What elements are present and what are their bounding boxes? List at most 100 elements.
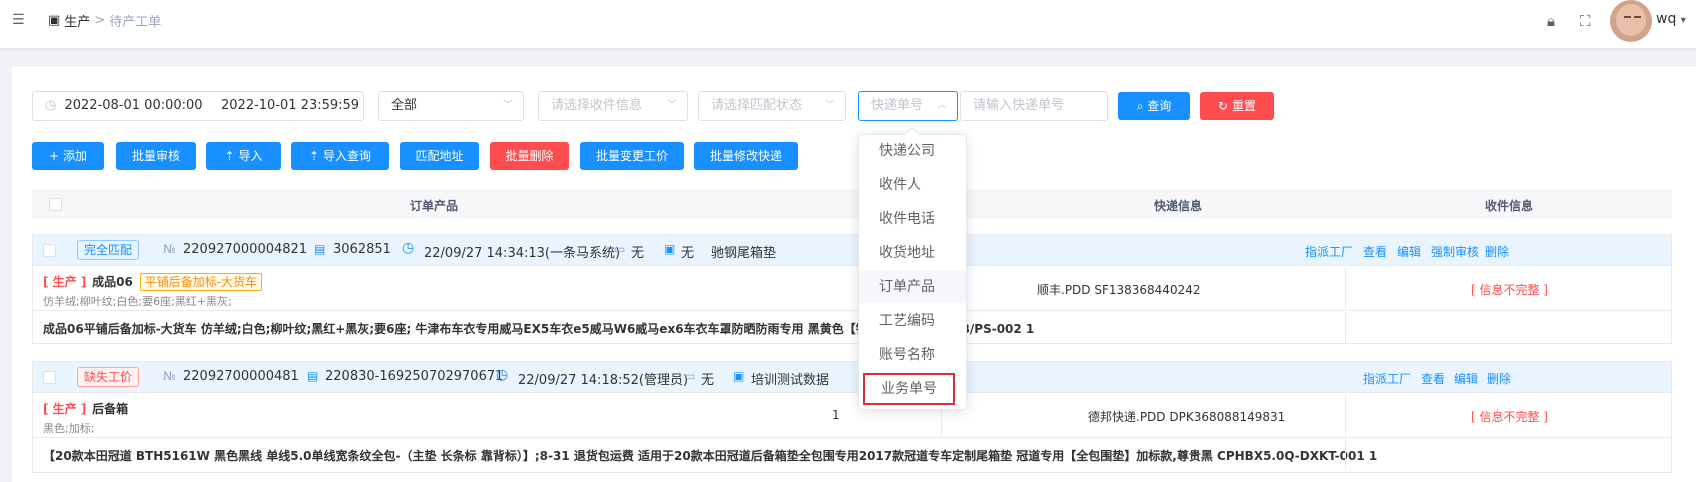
date-start[interactable]: 2022-08-01 00:00:00 [64, 98, 202, 113]
username: wq [1656, 11, 1677, 27]
account-icon: ▣ [664, 242, 676, 256]
order-row: [ 生产 ] 后备箱 黑色;加标; 1 德邦快递.PDD DPK36808814… [33, 394, 1671, 438]
express-number-input[interactable]: 请输入快递单号 [960, 91, 1108, 121]
receiver-info-placeholder: 请选择收件信息 [551, 98, 643, 113]
production-tag: [ 生产 ] [43, 275, 87, 289]
chevron-down-icon: ﹀ [825, 100, 835, 111]
delete-link[interactable]: 删除 [1487, 370, 1511, 387]
dropdown-option-address[interactable]: 收货地址 [859, 237, 966, 269]
dropdown-option-receiver[interactable]: 收件人 [859, 169, 966, 201]
status-select-value: 全部 [391, 98, 418, 113]
account-value: 培训测试数据 [751, 373, 830, 388]
breadcrumb-separator: > [94, 13, 106, 28]
dropdown-option-business-number[interactable]: 业务单号 [863, 373, 955, 405]
import-button[interactable]: ⇡ 导入 [206, 142, 281, 170]
edit-link[interactable]: 编辑 [1397, 243, 1421, 260]
product-tag: 平铺后备加标-大货车 [139, 273, 263, 291]
product-line: [ 生产 ] 后备箱 [43, 400, 128, 417]
batch-change-process-button[interactable]: 批量变更工价 [580, 142, 684, 170]
chevron-down-icon: ﹀ [503, 100, 513, 111]
upload-icon: ⇡ [309, 149, 320, 163]
search-type-placeholder: 快递单号 [871, 98, 924, 113]
batch-review-label: 批量审核 [131, 149, 180, 163]
order-group-header: 缺失工价 № 22092700000481 ▤ 220830-169250702… [33, 362, 1671, 393]
assign-factory-link[interactable]: 指派工厂 [1363, 370, 1411, 387]
doc-number: 3062851 [333, 242, 391, 257]
clock-icon: ◷ [496, 367, 509, 383]
product-spec: 黑色;加标; [43, 422, 95, 435]
import-query-label: 导入查询 [322, 149, 371, 163]
view-link[interactable]: 查看 [1421, 370, 1445, 387]
force-review-link[interactable]: 强制审核 [1431, 243, 1479, 260]
shop-name: 驰钢尾箱垫 [711, 246, 777, 261]
order-group: 缺失工价 № 22092700000481 ▤ 220830-169250702… [32, 361, 1672, 473]
date-range-picker[interactable]: ◷ 2022-08-01 00:00:00 2022-10-01 23:59:5… [32, 91, 364, 121]
batch-delete-label: 批量删除 [505, 149, 554, 163]
upload-icon: ⇡ [224, 149, 235, 163]
view-link[interactable]: 查看 [1363, 243, 1387, 260]
search-type-select[interactable]: 快递单号 ︿ [858, 91, 958, 121]
query-button[interactable]: ⌕ 查询 [1118, 92, 1190, 120]
match-address-label: 匹配地址 [415, 149, 464, 163]
batch-change-process-label: 批量变更工价 [595, 149, 668, 163]
add-button[interactable]: + 添加 [32, 142, 104, 170]
dropdown-option-process-code[interactable]: 工艺编码 [859, 305, 966, 337]
date-end[interactable]: 2022-10-01 23:59:59 [221, 92, 359, 120]
express-info: 顺丰.PDD SF138368440242 [1037, 283, 1201, 297]
order-detail: 成品06平铺后备加标-大货车 仿羊绒;白色;柳叶纹;黑红+黑灰;要6座; 牛津布… [33, 312, 1671, 343]
store-value: 无 [701, 373, 715, 388]
match-address-button[interactable]: 匹配地址 [400, 142, 479, 170]
order-checkbox[interactable] [43, 371, 56, 384]
user-menu[interactable]: wq ▾ [1656, 11, 1686, 27]
assign-factory-link[interactable]: 指派工厂 [1305, 243, 1353, 260]
avatar[interactable] [1610, 0, 1652, 42]
search-icon: ⌕ [1136, 99, 1144, 113]
store-icon: ▭ [614, 242, 626, 256]
order-time: 22/09/27 14:18:52(管理员) [518, 373, 689, 388]
order-group-header: 完全匹配 № 220927000004821 ▤ 3062851 ◷ 22/09… [33, 235, 1671, 266]
breadcrumb-level1[interactable]: 生产 [64, 11, 90, 30]
status-select[interactable]: 全部 ﹀ [378, 91, 524, 121]
menu-toggle-icon[interactable]: ☰ [12, 12, 28, 28]
dropdown-option-order-product[interactable]: 订单产品 [859, 271, 966, 303]
dropdown-option-receiver-phone[interactable]: 收件电话 [859, 203, 966, 235]
batch-review-button[interactable]: 批量审核 [116, 142, 196, 170]
table-header: 订单产品 快递信息 收件信息 [32, 189, 1672, 219]
query-button-label: 查询 [1147, 99, 1172, 113]
edit-link[interactable]: 编辑 [1454, 370, 1478, 387]
breadcrumb-level2: 待产工单 [109, 15, 162, 30]
batch-modify-express-button[interactable]: 批量修改快递 [694, 142, 798, 170]
product-spec: 仿羊绒;柳叶纹;白色;要6座;黑红+黑灰; [43, 295, 232, 308]
reset-button[interactable]: ↻ 重置 [1200, 92, 1274, 120]
order-detail: 【20款本田冠道 BTH5161W 黑色黑线 单线5.0单线宽条纹全包-（主垫 … [33, 439, 1671, 470]
order-number-icon: № [163, 242, 176, 256]
product-name: 成品06 [92, 275, 133, 289]
fullscreen-icon[interactable]: ⛶ [1580, 12, 1591, 30]
delete-link[interactable]: 删除 [1485, 243, 1509, 260]
batch-delete-button[interactable]: 批量删除 [490, 142, 569, 170]
receiver-info-select[interactable]: 请选择收件信息 ﹀ [538, 91, 688, 121]
receiver-info: [ 信息不完整 ] [1471, 410, 1548, 424]
order-time: 22/09/27 14:34:13(一条马系统) [424, 246, 621, 261]
refresh-icon: ↻ [1218, 99, 1229, 113]
select-all-checkbox[interactable] [49, 198, 62, 211]
order-detail-text: 【20款本田冠道 BTH5161W 黑色黑线 单线5.0单线宽条纹全包-（主垫 … [43, 449, 1378, 463]
order-checkbox[interactable] [43, 244, 56, 257]
search-type-dropdown: 快递公司 收件人 收件电话 收货地址 订单产品 工艺编码 账号名称 业务单号 [858, 126, 967, 410]
order-number: 22092700000481 [183, 369, 299, 384]
chevron-down-icon: ▾ [1680, 15, 1686, 26]
match-status-badge: 完全匹配 [77, 240, 140, 260]
lock-icon[interactable]: 🔒︎ [1547, 12, 1555, 30]
match-status-badge: 缺失工价 [77, 367, 140, 387]
quantity: 1 [832, 408, 840, 422]
chevron-up-icon: ︿ [937, 100, 947, 111]
dropdown-option-express-company[interactable]: 快递公司 [859, 135, 966, 167]
dropdown-option-account-name[interactable]: 账号名称 [859, 339, 966, 371]
product-line: [ 生产 ] 成品06 平铺后备加标-大货车 [43, 273, 263, 291]
add-button-label: 添加 [62, 149, 87, 163]
import-query-button[interactable]: ⇡ 导入查询 [291, 142, 389, 170]
match-status-select[interactable]: 请选择匹配状态 ﹀ [698, 91, 846, 121]
express-info: 德邦快递.PDD DPK368088149831 [1088, 410, 1286, 424]
product-name: 后备箱 [92, 402, 129, 416]
store-value: 无 [631, 246, 645, 261]
